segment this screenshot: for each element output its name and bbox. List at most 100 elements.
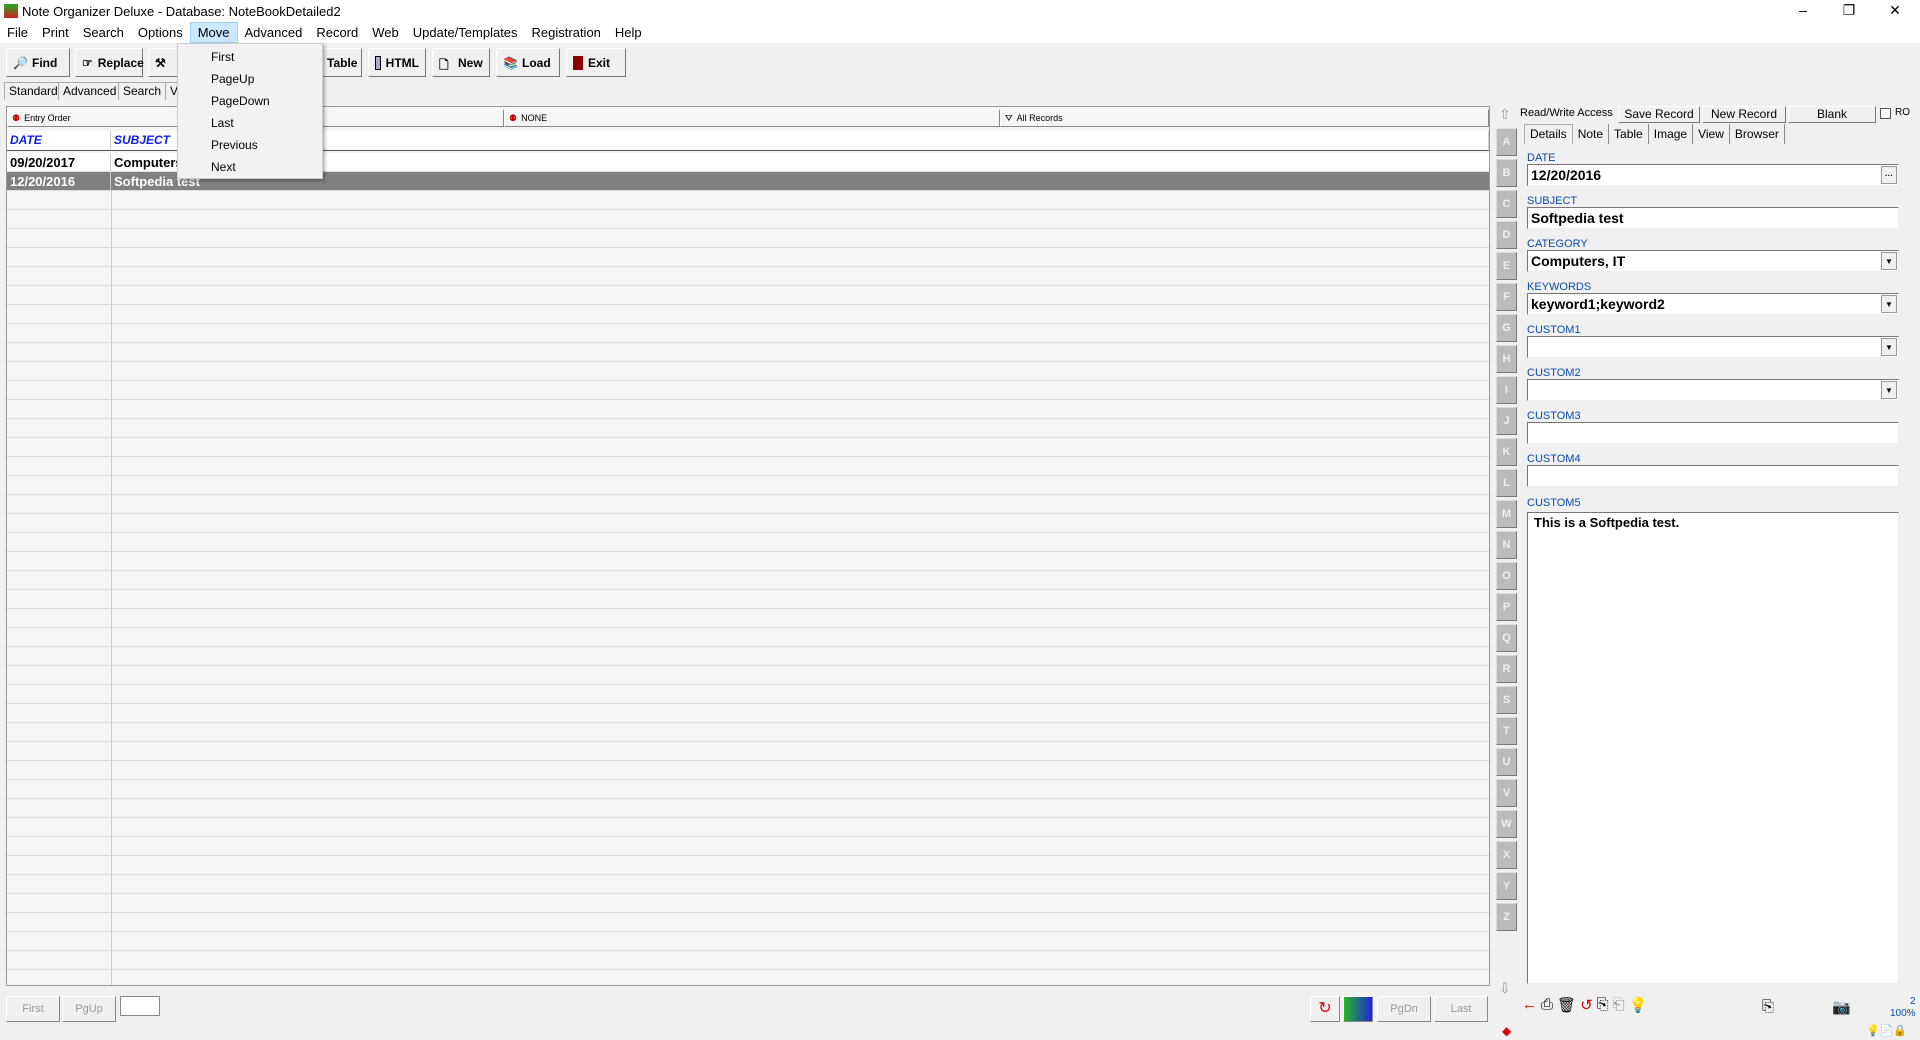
lightbulb-icon[interactable]: 💡 — [1629, 996, 1648, 1014]
alpha-o-button[interactable]: O — [1496, 562, 1517, 590]
menu-move[interactable]: Move — [189, 22, 238, 43]
keywords-field[interactable]: keyword1;keyword2 ▼ — [1527, 293, 1899, 315]
tab-view[interactable]: View — [1693, 124, 1730, 144]
subject-field[interactable]: Softpedia test — [1527, 207, 1899, 229]
alpha-a-button[interactable]: A — [1496, 128, 1517, 156]
menu-record[interactable]: Record — [309, 23, 365, 42]
alpha-v-button[interactable]: V — [1496, 779, 1517, 807]
date-picker-button[interactable]: ··· — [1881, 166, 1897, 184]
refresh-icon[interactable]: ↻ — [1310, 996, 1340, 1022]
filter-button[interactable]: ⚉ NONE — [504, 109, 1000, 127]
undo-icon[interactable]: ↺ — [1580, 996, 1593, 1014]
pgup-button[interactable]: PgUp — [62, 996, 116, 1022]
save-record-button[interactable]: Save Record — [1618, 106, 1700, 123]
menu-item-next[interactable]: Next — [211, 160, 236, 174]
menu-file[interactable]: File — [0, 23, 35, 42]
export-icon[interactable]: ⎘ — [1762, 998, 1774, 1015]
alpha-n-button[interactable]: N — [1496, 531, 1517, 559]
categories-icon[interactable] — [1343, 996, 1373, 1022]
menu-advanced[interactable]: Advanced — [238, 23, 310, 42]
menu-help[interactable]: Help — [608, 23, 649, 42]
alpha-r-button[interactable]: R — [1496, 655, 1517, 683]
menu-print[interactable]: Print — [35, 23, 76, 42]
html-button[interactable]: HTML — [368, 48, 426, 77]
alpha-s-button[interactable]: S — [1496, 686, 1517, 714]
date-field[interactable]: 12/20/2016 ··· — [1527, 164, 1899, 186]
last-button[interactable]: Last — [1434, 996, 1488, 1022]
tab-table[interactable]: Table — [1609, 124, 1649, 144]
new-record-button[interactable]: New Record — [1702, 106, 1786, 123]
blank-button[interactable]: Blank — [1788, 106, 1876, 123]
scroll-up-arrow-icon[interactable]: ⇧ — [1499, 106, 1511, 123]
tab-standard[interactable]: Standard — [4, 82, 63, 100]
back-arrow-icon[interactable]: ← — [1522, 996, 1537, 1014]
tab-note[interactable]: Note — [1573, 124, 1610, 144]
menu-item-pagedown[interactable]: PageDown — [211, 94, 270, 108]
alpha-w-button[interactable]: W — [1496, 810, 1517, 838]
camera-icon[interactable]: 📷 — [1832, 998, 1851, 1016]
category-field[interactable]: Computers, IT ▼ — [1527, 250, 1899, 272]
alpha-z-button[interactable]: Z — [1496, 903, 1517, 931]
first-button[interactable]: First — [6, 996, 60, 1022]
print-icon[interactable]: ⎙ — [1541, 996, 1553, 1014]
scroll-down-arrow-icon[interactable]: ⇩ — [1499, 980, 1511, 997]
records-button[interactable]: ⛛ All Records — [1000, 109, 1489, 127]
alpha-j-button[interactable]: J — [1496, 407, 1517, 435]
menu-registration[interactable]: Registration — [525, 23, 608, 42]
alpha-g-button[interactable]: G — [1496, 314, 1517, 342]
chevron-down-icon[interactable]: ▼ — [1881, 381, 1897, 399]
menu-item-first[interactable]: First — [211, 50, 234, 64]
menu-item-pageup[interactable]: PageUp — [211, 72, 254, 86]
table-button[interactable]: Table — [320, 48, 362, 77]
find-button[interactable]: 🔎 Find — [6, 48, 70, 77]
tab-search[interactable]: Search — [118, 82, 167, 100]
tab-advanced[interactable]: Advanced — [58, 82, 122, 100]
alpha-q-button[interactable]: Q — [1496, 624, 1517, 652]
ro-checkbox[interactable] — [1880, 108, 1891, 119]
chevron-down-icon[interactable]: ▼ — [1881, 338, 1897, 356]
alpha-i-button[interactable]: I — [1496, 376, 1517, 404]
alpha-h-button[interactable]: H — [1496, 345, 1517, 373]
alpha-b-button[interactable]: B — [1496, 159, 1517, 187]
alpha-f-button[interactable]: F — [1496, 283, 1517, 311]
menu-item-last[interactable]: Last — [211, 116, 234, 130]
menu-update-templates[interactable]: Update/Templates — [406, 23, 525, 42]
alpha-c-button[interactable]: C — [1496, 190, 1517, 218]
paste-icon[interactable]: ⎗ — [1613, 996, 1625, 1014]
chevron-down-icon[interactable]: ▼ — [1881, 295, 1897, 313]
chevron-down-icon[interactable]: ▼ — [1881, 252, 1897, 270]
exit-button[interactable]: Exit — [566, 48, 626, 77]
pgdn-button[interactable]: PgDn — [1377, 996, 1431, 1022]
alpha-d-button[interactable]: D — [1496, 221, 1517, 249]
minimize-button[interactable]: – — [1780, 0, 1826, 22]
copy-icon[interactable]: ⎘ — [1597, 996, 1609, 1014]
new-button[interactable]: 🗋 New — [432, 48, 490, 77]
alpha-t-button[interactable]: T — [1496, 717, 1517, 745]
tab-image[interactable]: Image — [1649, 124, 1694, 144]
alpha-u-button[interactable]: U — [1496, 748, 1517, 776]
tools-button[interactable]: ⚒ — [148, 48, 178, 77]
custom3-field[interactable] — [1527, 422, 1899, 444]
tab-browser[interactable]: Browser — [1730, 124, 1785, 144]
custom4-field[interactable] — [1527, 465, 1899, 487]
load-button[interactable]: 📚 Load — [496, 48, 560, 77]
alpha-l-button[interactable]: L — [1496, 469, 1517, 497]
custom2-field[interactable]: ▼ — [1527, 379, 1899, 401]
alpha-p-button[interactable]: P — [1496, 593, 1517, 621]
replace-button[interactable]: ☞ Replace — [75, 48, 144, 77]
record-number-input[interactable] — [120, 996, 160, 1016]
alpha-x-button[interactable]: X — [1496, 841, 1517, 869]
close-button[interactable]: ✕ — [1872, 0, 1918, 22]
custom1-field[interactable]: ▼ — [1527, 336, 1899, 358]
menu-search[interactable]: Search — [76, 23, 131, 42]
alpha-y-button[interactable]: Y — [1496, 872, 1517, 900]
alpha-e-button[interactable]: E — [1496, 252, 1517, 280]
restore-button[interactable]: ❐ — [1826, 0, 1872, 22]
menu-item-previous[interactable]: Previous — [211, 138, 258, 152]
custom5-textarea[interactable]: This is a Softpedia test. — [1527, 512, 1899, 984]
alpha-m-button[interactable]: M — [1496, 500, 1517, 528]
tab-details[interactable]: Details — [1524, 124, 1573, 144]
menu-options[interactable]: Options — [131, 23, 190, 42]
menu-web[interactable]: Web — [365, 23, 406, 42]
column-header-date[interactable]: DATE — [7, 131, 111, 149]
